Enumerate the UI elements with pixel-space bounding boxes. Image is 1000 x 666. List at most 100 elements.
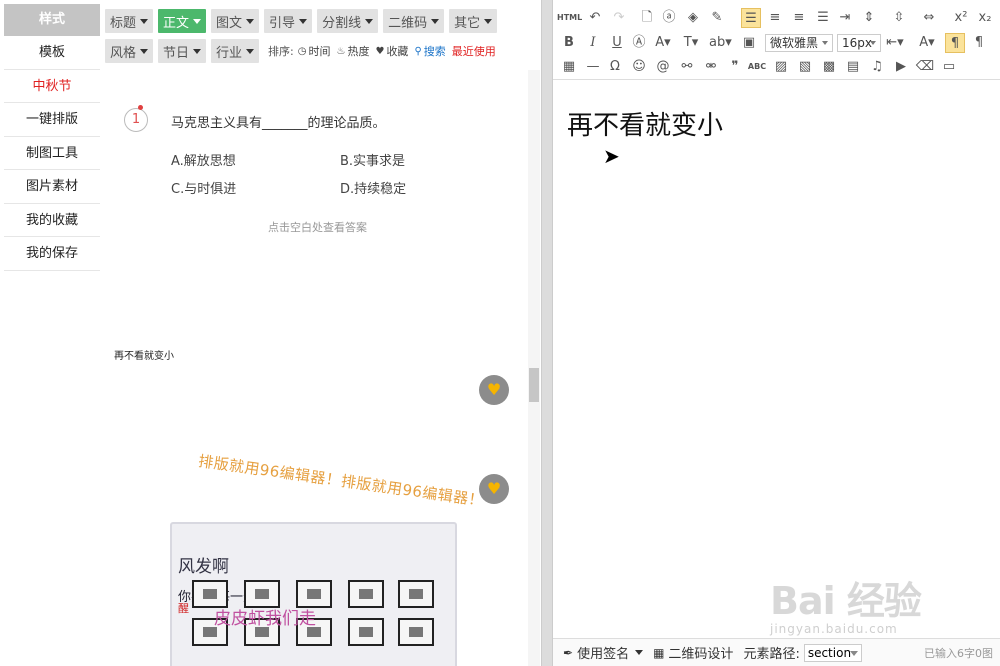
- sidebar-item-templates[interactable]: 模板: [4, 36, 100, 70]
- filter-industry[interactable]: 行业: [211, 39, 260, 63]
- editor-content-area[interactable]: 再不看就变小 ➤: [553, 81, 1000, 637]
- filter-label: 其它: [454, 15, 481, 31]
- select-all-icon[interactable]: ⓐ: [659, 8, 679, 28]
- scrollbar-thumb[interactable]: [529, 368, 539, 402]
- align-center-icon[interactable]: ≡: [765, 8, 785, 28]
- sidebar-item-one-click-layout[interactable]: 一键排版: [4, 103, 100, 137]
- shrink-text-style-item[interactable]: 再不看就变小: [114, 347, 174, 362]
- new-document-icon[interactable]: 🗋: [637, 8, 657, 28]
- sidebar-item-image-assets[interactable]: 图片素材: [4, 170, 100, 204]
- filter-other[interactable]: 其它: [449, 9, 498, 33]
- recently-used-link[interactable]: 最近使用: [452, 43, 496, 59]
- qrcode-design-label: 二维码设计: [668, 647, 734, 662]
- category-sidebar: 样式 模板 中秋节 一键排版 制图工具 图片素材 我的收藏 我的保存: [4, 4, 100, 666]
- style-list-scrollbar[interactable]: [528, 70, 540, 666]
- special-character-icon[interactable]: Ω: [605, 57, 625, 77]
- spellcheck-icon[interactable]: ABC: [747, 57, 767, 77]
- sidebar-item-mid-autumn[interactable]: 中秋节: [4, 70, 100, 103]
- gallery-icon[interactable]: ▤: [843, 57, 863, 77]
- html-source-button[interactable]: HTML: [557, 8, 582, 28]
- search-icon: ⚲: [414, 45, 422, 57]
- horizontal-rule-icon[interactable]: —: [583, 57, 603, 77]
- bold-icon[interactable]: B: [559, 33, 579, 53]
- indent-icon[interactable]: ⇥: [835, 8, 855, 28]
- sidebar-item-my-favorites[interactable]: 我的收藏: [4, 204, 100, 237]
- underline-icon[interactable]: U: [607, 33, 627, 53]
- table-icon[interactable]: ▦: [559, 57, 579, 77]
- font-size-select[interactable]: 16px: [837, 34, 881, 52]
- sort-by-hot[interactable]: ♨ 热度: [337, 43, 370, 59]
- link-icon[interactable]: ⚯: [677, 57, 697, 77]
- element-path-select[interactable]: section: [803, 643, 862, 662]
- video-icon[interactable]: ▶: [891, 57, 911, 77]
- letter-spacing-icon[interactable]: ⇔: [919, 8, 939, 28]
- editor-content-text[interactable]: 再不看就变小: [567, 105, 723, 142]
- answer-hint: 点击空白处查看答案: [268, 221, 367, 234]
- filter-qrcode[interactable]: 二维码: [383, 9, 445, 33]
- sidebar-item-drawing-tools[interactable]: 制图工具: [4, 137, 100, 170]
- sort-label: 排序:: [268, 45, 294, 58]
- chevron-down-icon: [193, 18, 202, 24]
- ltr-direction-icon[interactable]: ¶: [945, 33, 965, 53]
- favorite-heart-icon[interactable]: ♥: [479, 474, 509, 504]
- toolbar-row-2: B I U Ⓐ A▾ T▾ ab▾ ▣ 微软雅黑 16px ⇤▾ A▾ ¶ ¶: [557, 31, 997, 55]
- image-gallery-icon[interactable]: ▧: [795, 57, 815, 77]
- font-color-icon[interactable]: A▾: [653, 33, 673, 53]
- baidu-jingyan-watermark: Bai 经验 jingyan.baidu.com: [770, 560, 990, 640]
- insert-image-icon[interactable]: ▨: [771, 57, 791, 77]
- italic-icon[interactable]: I: [583, 33, 603, 53]
- music-icon[interactable]: ♫: [867, 57, 887, 77]
- question-text: 马克思主义具有_______的理论品质。: [171, 116, 386, 131]
- text-style-icon[interactable]: ab▾: [709, 33, 732, 53]
- filter-image-text[interactable]: 图文: [211, 9, 260, 33]
- filter-bar: 标题 正文 图文 引导 分割线 二维码 其它 风格 节日 行业 排序: ◷ 时间 …: [100, 6, 540, 70]
- filter-title[interactable]: 标题: [105, 9, 154, 33]
- template-icon[interactable]: ▭: [939, 57, 959, 77]
- superscript-icon[interactable]: x²: [951, 8, 971, 28]
- redo-icon[interactable]: ↷: [609, 8, 629, 28]
- paragraph-spacing-icon[interactable]: ⇳: [889, 8, 909, 28]
- text-indent-icon[interactable]: ⇤▾: [885, 33, 905, 53]
- filter-holiday[interactable]: 节日: [158, 39, 207, 63]
- slogan-style-item[interactable]: 排版就用96编辑器！排版就用96编辑器！: [197, 450, 485, 511]
- sort-by-favorites[interactable]: ♥ 收藏: [375, 43, 408, 59]
- sort-by-time[interactable]: ◷ 时间: [298, 43, 331, 59]
- undo-icon[interactable]: ↶: [585, 8, 605, 28]
- line-height-icon[interactable]: ⇕: [859, 8, 879, 28]
- favorite-heart-icon[interactable]: ♥: [479, 375, 509, 405]
- sort-hot-label: 热度: [347, 45, 370, 58]
- subscript-icon[interactable]: x₂: [975, 8, 995, 28]
- image-icon[interactable]: ▣: [739, 33, 759, 53]
- align-left-icon[interactable]: ☰: [741, 8, 761, 28]
- emoji-icon[interactable]: ☺: [629, 57, 649, 77]
- align-right-icon[interactable]: ≡: [789, 8, 809, 28]
- filter-divider[interactable]: 分割线: [317, 9, 379, 33]
- background-color-icon[interactable]: T▾: [681, 33, 701, 53]
- font-style-icon[interactable]: A▾: [917, 33, 937, 53]
- image-frame-icon[interactable]: ▩: [819, 57, 839, 77]
- search-link[interactable]: ⚲ 搜索: [414, 43, 445, 59]
- at-icon[interactable]: @: [653, 57, 673, 77]
- element-path-label: 元素路径:: [743, 647, 800, 662]
- clear-format-icon[interactable]: ⌫: [915, 57, 935, 77]
- filter-body-text[interactable]: 正文: [158, 9, 207, 33]
- chevron-down-icon: [849, 650, 858, 656]
- watermark-url: jingyan.baidu.com: [770, 622, 898, 636]
- format-painter-icon[interactable]: ✎: [707, 8, 727, 28]
- unlink-icon[interactable]: ⚮: [701, 57, 721, 77]
- rtl-direction-icon[interactable]: ¶: [969, 33, 989, 53]
- sidebar-item-my-saved[interactable]: 我的保存: [4, 237, 100, 271]
- sort-favorites-label: 收藏: [386, 45, 409, 58]
- use-signature-button[interactable]: ✒ 使用签名: [563, 643, 644, 662]
- eraser-icon[interactable]: ◈: [683, 8, 703, 28]
- justify-icon[interactable]: ☰: [813, 8, 833, 28]
- quote-icon[interactable]: ❞: [725, 57, 745, 77]
- filter-guide[interactable]: 引导: [264, 9, 313, 33]
- sidebar-header-styles[interactable]: 样式: [4, 4, 100, 36]
- qrcode-design-button[interactable]: ▦ 二维码设计: [653, 643, 734, 663]
- filter-style[interactable]: 风格: [105, 39, 154, 63]
- font-family-select[interactable]: 微软雅黑: [765, 34, 833, 52]
- use-signature-label: 使用签名: [577, 647, 630, 662]
- font-border-icon[interactable]: Ⓐ: [629, 33, 649, 53]
- image-style-item[interactable]: 风发啊 你要好每一天 醒 皮皮虾我们走: [170, 522, 457, 666]
